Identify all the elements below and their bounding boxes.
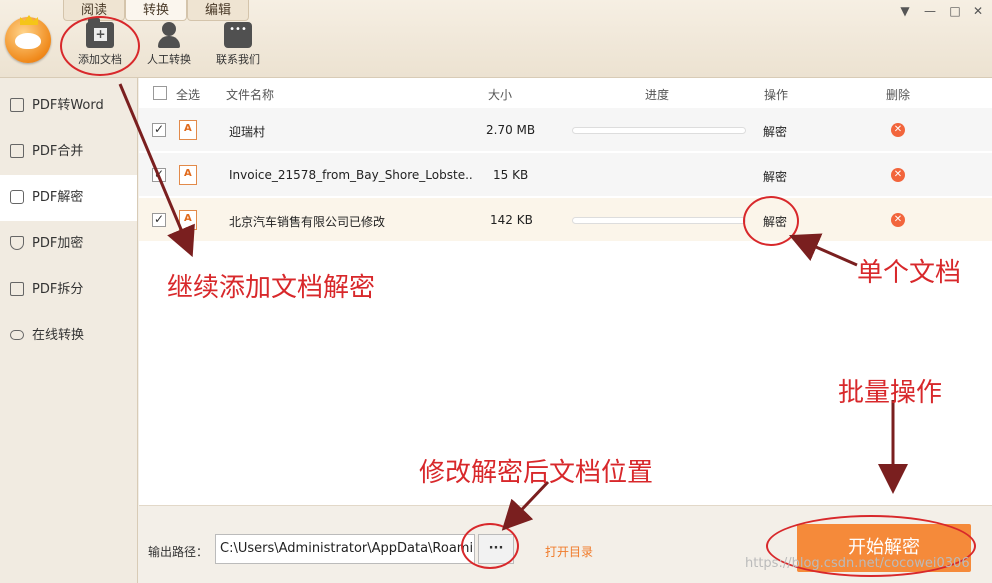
watermark: https://blog.csdn.net/cocowei0306: [745, 556, 970, 571]
annotation-batch: 批量操作: [838, 378, 943, 408]
annotation-change-location: 修改解密后文档位置: [419, 458, 654, 488]
annotation-arrows: [118, 83, 908, 531]
app-window: 阅读 转换 编辑 添加文档 人工转换 联系我们 ▼ — □ ✕ PDF转Word…: [0, 0, 992, 583]
annotation-add-more: 继续添加文档解密: [167, 273, 376, 303]
annotation-single: 单个文档: [857, 258, 962, 288]
